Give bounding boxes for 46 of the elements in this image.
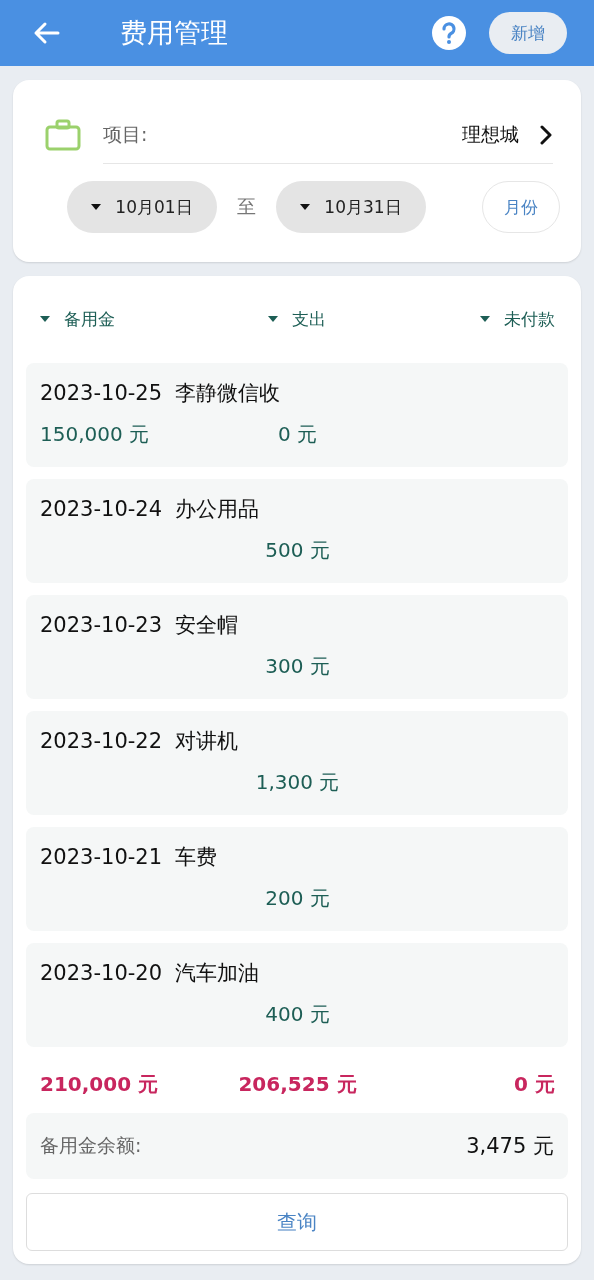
amount: 200 元 [265, 885, 330, 912]
caret-down-icon [480, 316, 490, 322]
record-item[interactable]: 2023-10-25 李静微信收 150,000 元 0 元 [26, 363, 568, 467]
record-title: 2023-10-24 办公用品 [39, 496, 261, 523]
page-title: 费用管理 [120, 16, 229, 50]
date-picker[interactable]: 10月01日 [67, 181, 217, 233]
caret-down-icon [40, 316, 50, 322]
chevron-right-icon [539, 124, 553, 145]
amount: 0 元 [277, 421, 318, 448]
record-title: 2023-10-25 李静微信收 [39, 380, 282, 407]
caret-down-icon [300, 204, 311, 210]
briefcase-icon [45, 119, 81, 151]
record-item[interactable]: 2023-10-20 汽车加油 400 元 [26, 943, 568, 1047]
help-button[interactable] [431, 15, 467, 51]
amount: 300 元 [265, 653, 330, 680]
record-title: 2023-10-20 汽车加油 [39, 960, 261, 987]
back-button[interactable] [32, 21, 60, 45]
record-item[interactable]: 2023-10-24 办公用品 500 元 [26, 479, 568, 583]
record-item[interactable]: 2023-10-23 安全帽 300 元 [26, 595, 568, 699]
caret-down-icon [91, 204, 102, 210]
project-name: 理想城 [462, 121, 519, 147]
total-amount: 210,000 元 [40, 1070, 159, 1098]
query-button[interactable]: 查询 [26, 1193, 568, 1251]
record-item[interactable]: 2023-10-22 对讲机 1,300 元 [26, 711, 568, 815]
record-title: 2023-10-21 车费 [39, 844, 219, 871]
caret-down-icon [268, 316, 279, 322]
column-filter[interactable]: 支出 [268, 307, 327, 331]
help-icon [431, 15, 467, 51]
amount: 1,300 元 [255, 769, 340, 796]
project-selector[interactable]: 项目: 理想城 [103, 106, 553, 164]
balance-value: 3,475 元 [466, 1133, 554, 1160]
amount: 400 元 [265, 1001, 330, 1028]
back-arrow-icon [32, 21, 60, 45]
column-filter[interactable]: 未付款 [480, 307, 555, 331]
balance-label: 备用金余额: [40, 1133, 142, 1158]
amount: 150,000 元 [40, 421, 150, 448]
record-item[interactable]: 2023-10-21 车费 200 元 [26, 827, 568, 931]
total-amount: 0 元 [514, 1070, 555, 1098]
project-label: 项目: [103, 121, 149, 147]
date-picker[interactable]: 10月31日 [276, 181, 426, 233]
amount: 500 元 [265, 537, 330, 564]
record-title: 2023-10-22 对讲机 [39, 728, 240, 755]
record-title: 2023-10-23 安全帽 [39, 612, 240, 639]
total-amount: 206,525 元 [238, 1070, 357, 1098]
range-separator: 至 [237, 194, 256, 219]
column-filter[interactable]: 备用金 [40, 307, 115, 331]
